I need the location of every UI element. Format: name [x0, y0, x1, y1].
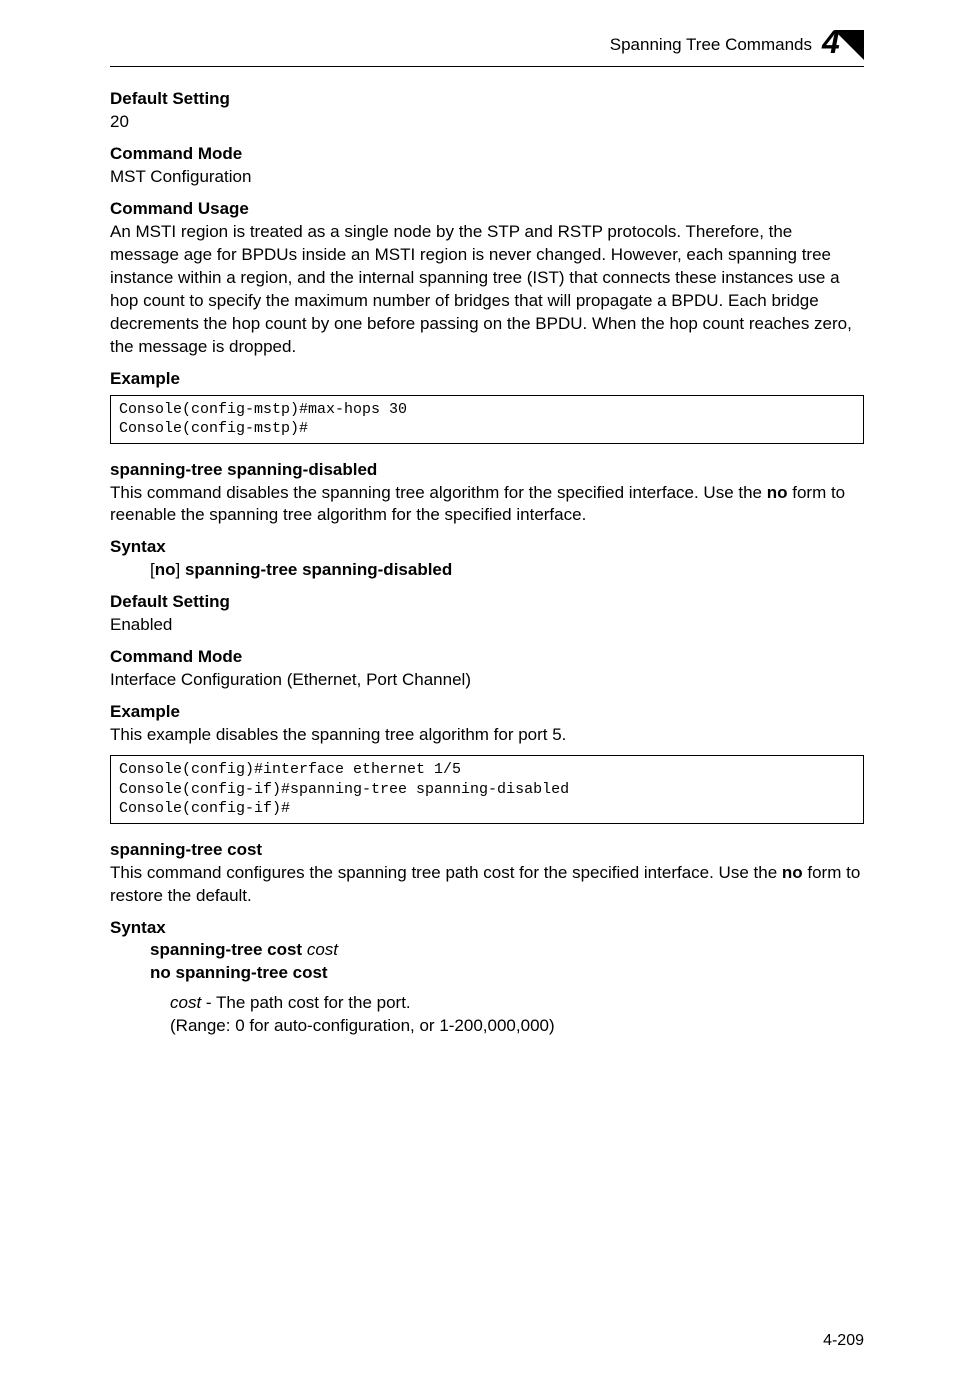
heading-default-setting-2: Default Setting: [110, 592, 864, 612]
cost-desc-bold: no: [782, 863, 803, 882]
chapter-badge: 4: [824, 30, 864, 60]
syntax-cmd: spanning-tree spanning-disabled: [185, 560, 452, 579]
param-desc: - The path cost for the port.: [201, 993, 410, 1012]
syntax-2-line1: spanning-tree cost cost: [150, 940, 864, 960]
document-page: Spanning Tree Commands 4 Default Setting…: [0, 0, 954, 1388]
header-rule: [110, 66, 864, 67]
example-2-desc: This example disables the spanning tree …: [110, 724, 864, 747]
syntax-no: no: [155, 560, 176, 579]
default-setting-value: 20: [110, 111, 864, 134]
spanning-disabled-desc: This command disables the spanning tree …: [110, 482, 864, 528]
syntax-line-1: [no] spanning-tree spanning-disabled: [150, 559, 864, 582]
corner-fold-icon: [834, 30, 864, 60]
heading-command-mode: Command Mode: [110, 144, 864, 164]
heading-spanning-disabled: spanning-tree spanning-disabled: [110, 460, 864, 480]
command-usage-body: An MSTI region is treated as a single no…: [110, 221, 864, 359]
desc-text-bold: no: [767, 483, 788, 502]
command-mode-value-2: Interface Configuration (Ethernet, Port …: [110, 669, 864, 692]
syntax-2-line2: no spanning-tree cost: [150, 962, 864, 985]
desc-text-pre: This command disables the spanning tree …: [110, 483, 767, 502]
heading-command-usage: Command Usage: [110, 199, 864, 219]
code-block-1: Console(config-mstp)#max-hops 30 Console…: [110, 395, 864, 444]
page-header: Spanning Tree Commands 4: [110, 30, 864, 60]
heading-example-2: Example: [110, 702, 864, 722]
heading-syntax: Syntax: [110, 537, 864, 557]
code-block-2: Console(config)#interface ethernet 1/5 C…: [110, 755, 864, 824]
cost-desc-pre: This command configures the spanning tre…: [110, 863, 782, 882]
param-name: cost: [170, 993, 201, 1012]
page-number: 4-209: [823, 1332, 864, 1350]
syntax2-param: cost: [307, 940, 338, 959]
syntax2-cmd: spanning-tree cost: [150, 940, 307, 959]
syntax-bracket-close: ]: [176, 560, 185, 579]
header-title: Spanning Tree Commands: [610, 35, 812, 55]
default-setting-value-2: Enabled: [110, 614, 864, 637]
heading-example: Example: [110, 369, 864, 389]
heading-syntax-2: Syntax: [110, 918, 864, 938]
param-line-2: (Range: 0 for auto-configuration, or 1-2…: [170, 1015, 864, 1038]
heading-command-mode-2: Command Mode: [110, 647, 864, 667]
heading-default-setting: Default Setting: [110, 89, 864, 109]
heading-spanning-cost: spanning-tree cost: [110, 840, 864, 860]
spanning-cost-desc: This command configures the spanning tre…: [110, 862, 864, 908]
command-mode-value: MST Configuration: [110, 166, 864, 189]
param-line-1: cost - The path cost for the port.: [170, 992, 864, 1015]
